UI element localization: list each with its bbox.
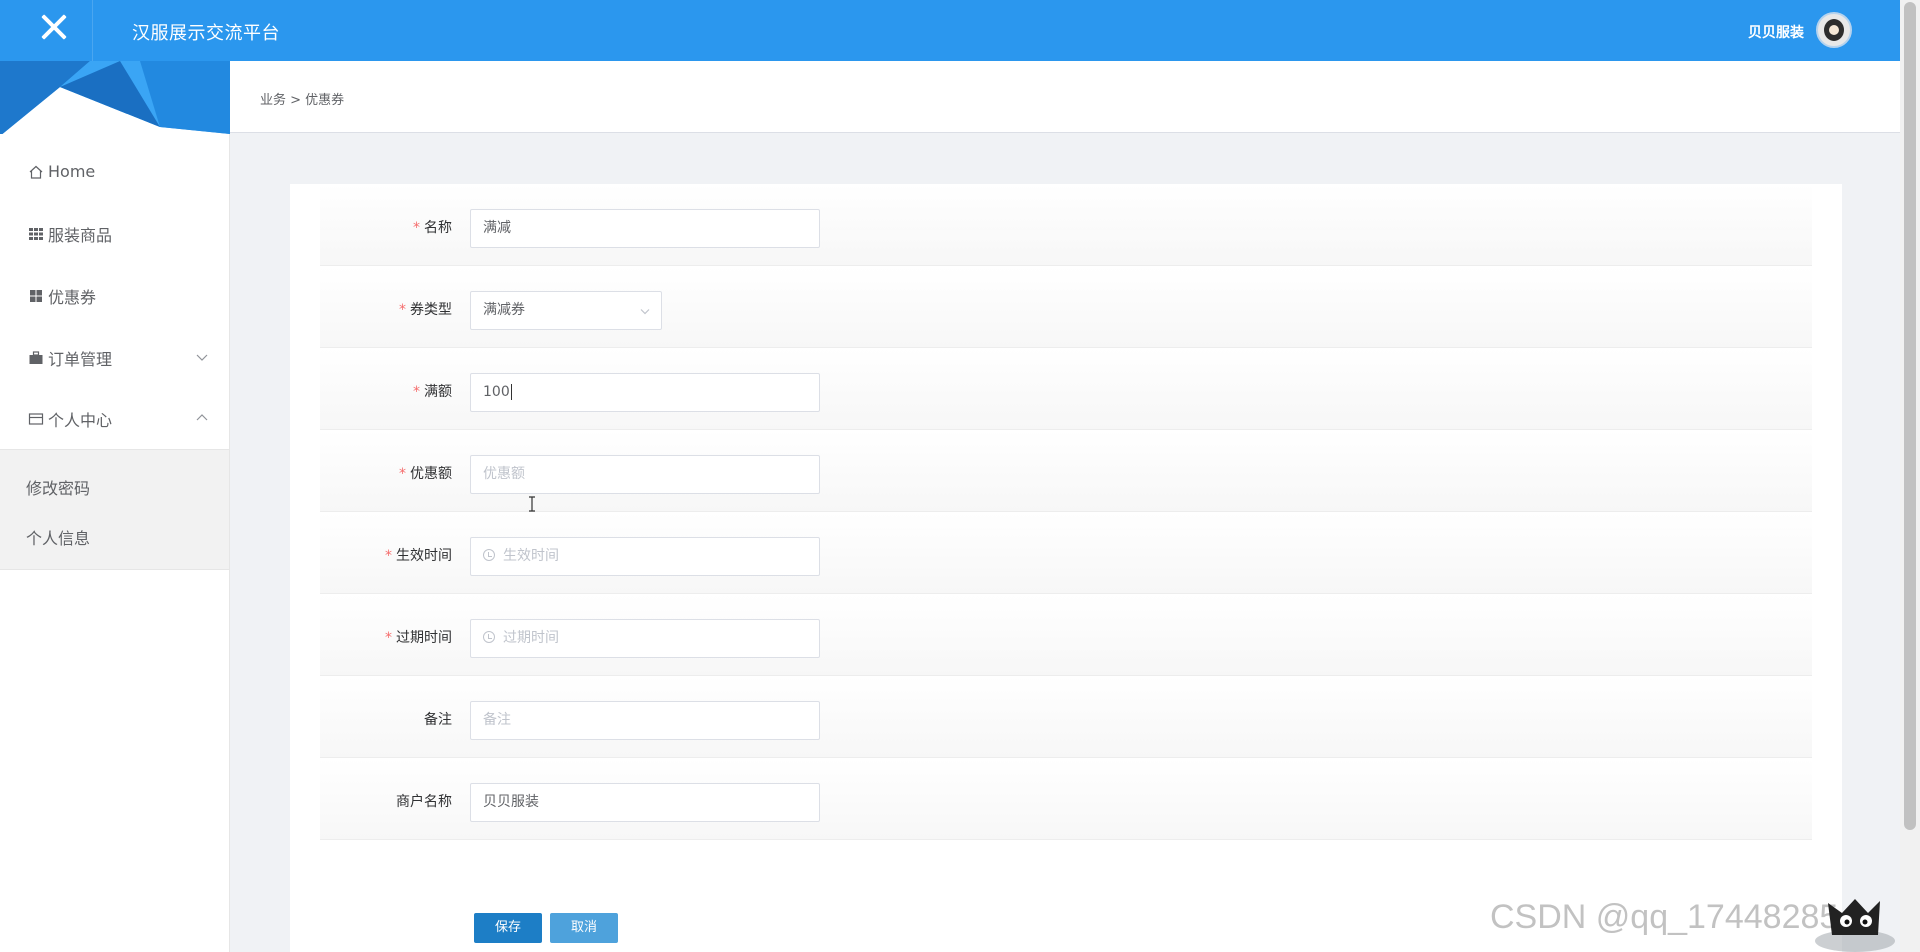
form-row-remark: 备注 备注: [320, 676, 1812, 758]
sidebar-item-label: 个人中心: [48, 410, 113, 430]
field-label-text: 优惠额: [410, 466, 452, 482]
name-input[interactable]: 满减: [470, 209, 820, 248]
submenu-item-change-password[interactable]: 修改密码: [26, 475, 90, 499]
sidebar-item-label: 优惠券: [48, 287, 97, 307]
scrollbar-thumb[interactable]: [1904, 2, 1916, 830]
end-time-picker[interactable]: 过期时间: [470, 619, 820, 658]
field-label-text: 满额: [424, 384, 452, 400]
submenu-item-profile[interactable]: 个人信息: [26, 525, 90, 549]
required-mark: *: [399, 466, 406, 482]
field-label-text: 名称: [424, 220, 452, 236]
field-label: * 过期时间: [385, 627, 452, 647]
briefcase-icon: [28, 350, 44, 366]
home-icon: [28, 164, 44, 180]
end-time-placeholder: 过期时间: [503, 630, 559, 646]
sidebar-banner: [0, 61, 230, 134]
mascot-cat-image: [1815, 899, 1895, 952]
breadcrumb: 业务 > 优惠券: [260, 93, 345, 108]
field-label: 商户名称: [396, 794, 452, 810]
remark-input[interactable]: 备注: [470, 701, 820, 740]
discount-input[interactable]: 优惠额: [470, 455, 820, 494]
select-value: 满减券: [483, 302, 525, 318]
sidebar-item-orders[interactable]: 订单管理: [0, 327, 230, 388]
clock-icon: [483, 631, 495, 643]
text-caret: [510, 384, 512, 400]
field-label: * 生效时间: [385, 545, 452, 565]
required-mark: *: [385, 630, 392, 646]
threshold-input[interactable]: 100: [470, 373, 820, 412]
required-mark: *: [399, 302, 406, 318]
apps-icon: [28, 288, 44, 304]
field-label: * 优惠额: [399, 463, 452, 483]
sidebar-item-label: 订单管理: [48, 349, 113, 369]
wallet-icon: [28, 411, 44, 427]
form-row-name: * 名称 满减: [320, 184, 1812, 266]
chevron-up-icon[interactable]: [196, 412, 208, 427]
threshold-value: 100: [483, 384, 510, 400]
user-name[interactable]: 贝贝服装: [1748, 22, 1804, 42]
form-row-merchant: 商户名称 贝贝服装: [320, 758, 1812, 840]
avatar[interactable]: [1816, 12, 1852, 48]
sidebar-item-home[interactable]: Home: [0, 141, 230, 202]
sidebar-item-personal-center[interactable]: 个人中心: [0, 388, 230, 449]
form-row-end-time: * 过期时间 过期时间: [320, 594, 1812, 676]
field-label: 备注: [424, 712, 452, 728]
watermark: CSDN @qq_17448285: [1490, 898, 1839, 936]
text-cursor-icon: [529, 496, 535, 512]
coupon-form-card: * 名称 满减 * 券类型 满减券 * 满额 100 * 优惠额 优惠额 * 生效时间 生…: [290, 184, 1842, 952]
app-title: 汉服展示交流平台: [132, 23, 280, 44]
close-icon[interactable]: [40, 13, 68, 41]
coupon-type-select[interactable]: 满减券: [470, 291, 662, 330]
avatar-face-icon: [1824, 19, 1844, 41]
chevron-down-icon[interactable]: [196, 351, 208, 366]
header-divider: [92, 0, 93, 61]
personal-center-submenu: 修改密码 个人信息: [0, 449, 229, 570]
field-label: * 满额: [413, 381, 452, 401]
field-label: * 券类型: [399, 299, 452, 319]
form-row-coupon-type: * 券类型 满减券: [320, 266, 1812, 348]
required-mark: *: [385, 548, 392, 564]
sidebar-item-label: Home: [48, 162, 96, 181]
sidebar-item-coupons[interactable]: 优惠券: [0, 265, 230, 326]
start-time-placeholder: 生效时间: [503, 548, 559, 564]
form-row-discount: * 优惠额 优惠额: [320, 430, 1812, 512]
field-label-text: 过期时间: [396, 630, 452, 646]
page-scrollbar[interactable]: [1900, 0, 1920, 952]
field-label-text: 生效时间: [396, 548, 452, 564]
field-label: * 名称: [413, 217, 452, 237]
top-header: 汉服展示交流平台 贝贝服装: [0, 0, 1900, 61]
clock-icon: [483, 549, 495, 561]
sidebar-item-products[interactable]: 服装商品: [0, 203, 230, 264]
merchant-input[interactable]: 贝贝服装: [470, 783, 820, 822]
cancel-button[interactable]: 取消: [550, 913, 618, 943]
form-row-threshold: * 满额 100: [320, 348, 1812, 430]
sidebar: Home 服装商品 优惠券 订单管理 个人中心 修改密码 个人信息: [0, 61, 230, 952]
field-label-text: 券类型: [410, 302, 452, 318]
start-time-picker[interactable]: 生效时间: [470, 537, 820, 576]
save-button[interactable]: 保存: [474, 913, 542, 943]
required-mark: *: [413, 220, 420, 236]
sidebar-item-label: 服装商品: [48, 225, 113, 245]
form-row-start-time: * 生效时间 生效时间: [320, 512, 1812, 594]
breadcrumb-bar: 业务 > 优惠券: [230, 61, 1905, 133]
grid-icon: [28, 226, 44, 242]
chevron-down-icon: [639, 292, 651, 329]
required-mark: *: [413, 384, 420, 400]
